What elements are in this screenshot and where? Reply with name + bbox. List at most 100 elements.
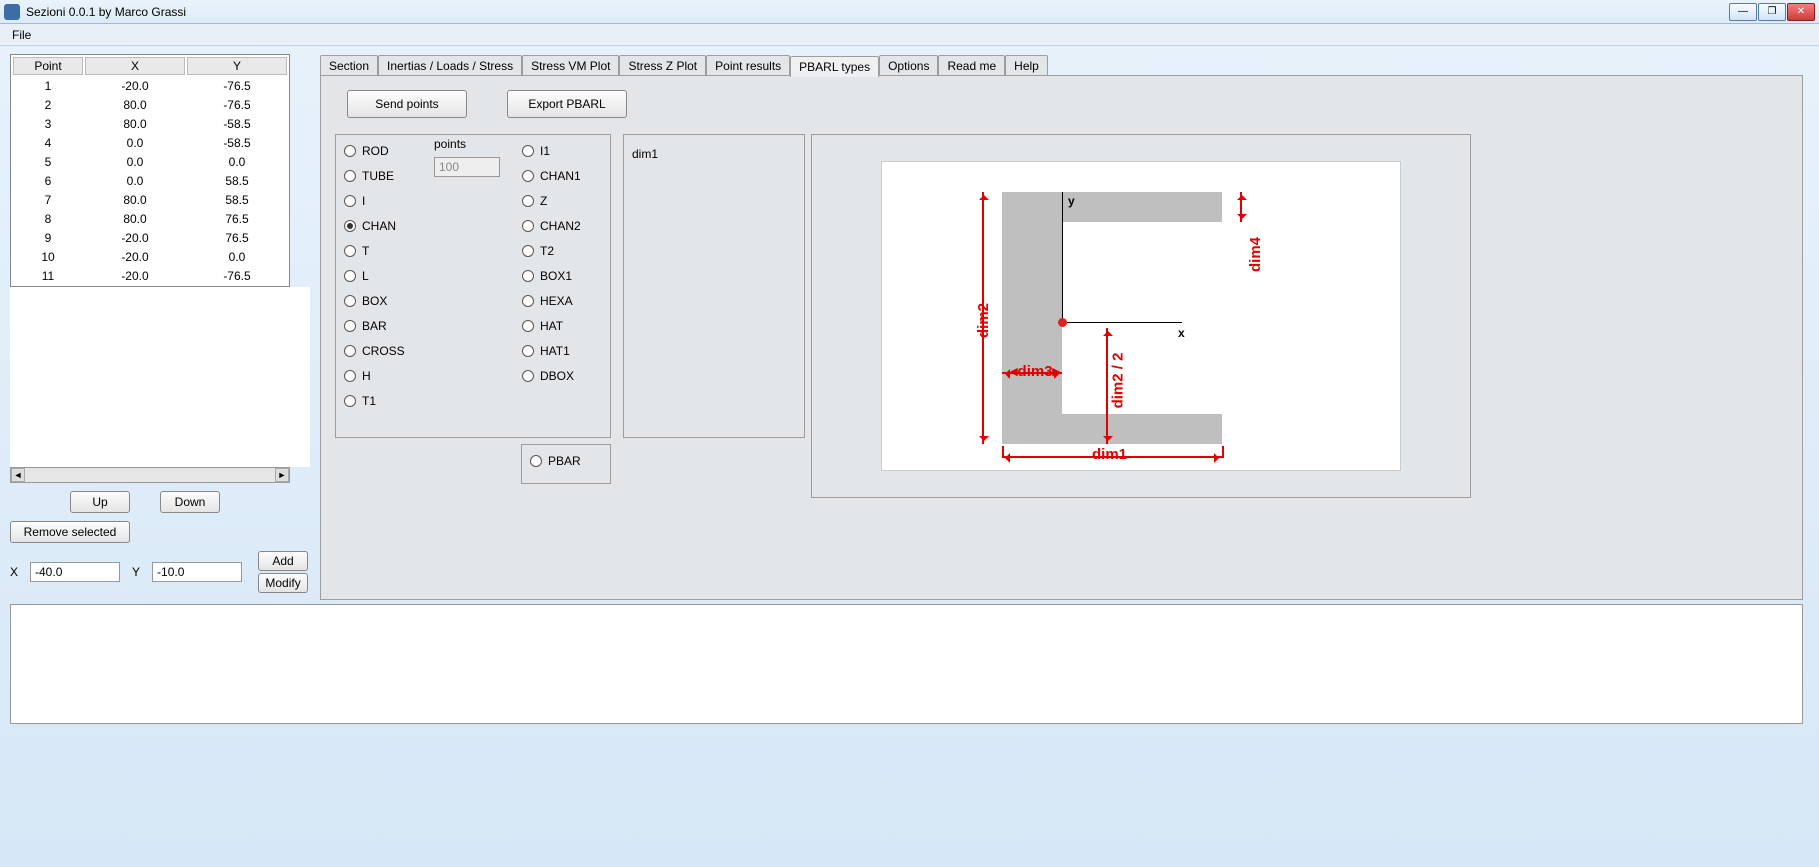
radio-bar[interactable]: BAR [344,316,424,336]
maximize-button[interactable]: ❐ [1758,3,1786,21]
tab-point-results[interactable]: Point results [706,55,790,76]
dim-row-dim1: dim1 [632,141,796,167]
radio-icon [522,245,534,257]
radio-tube[interactable]: TUBE [344,166,424,186]
radio-icon [344,345,356,357]
radio-icon [522,295,534,307]
table-row[interactable]: 780.058.5 [13,191,287,208]
table-row[interactable]: 50.00.0 [13,153,287,170]
radio-label: H [362,369,371,383]
scroll-right-icon[interactable]: ► [275,468,289,482]
table-row[interactable]: 11-20.0-76.5 [13,267,287,284]
table-row[interactable]: 1-20.0-76.5 [13,77,287,94]
table-row[interactable]: 280.0-76.5 [13,96,287,113]
output-console[interactable] [10,604,1803,724]
table-row[interactable]: 40.0-58.5 [13,134,287,151]
radio-icon [530,455,542,467]
radio-t2[interactable]: T2 [522,241,608,261]
minimize-button[interactable]: — [1729,3,1757,21]
radio-h[interactable]: H [344,366,424,386]
add-button[interactable]: Add [258,551,308,571]
th-point[interactable]: Point [13,57,83,75]
radio-hat1[interactable]: HAT1 [522,341,608,361]
radio-label: T1 [362,394,376,408]
radio-label: CHAN2 [540,219,581,233]
radio-label: CHAN [362,219,396,233]
dim-label: dim1 [632,147,672,161]
radio-t1[interactable]: T1 [344,391,424,411]
remove-selected-button[interactable]: Remove selected [10,521,130,543]
table-hscroll[interactable]: ◄ ► [10,467,290,483]
modify-button[interactable]: Modify [258,573,308,593]
table-row[interactable]: 880.076.5 [13,210,287,227]
table-row[interactable]: 380.0-58.5 [13,115,287,132]
points-input [434,157,500,177]
table-row[interactable]: 60.058.5 [13,172,287,189]
menu-bar: File [0,24,1819,46]
radio-pbar-label: PBAR [548,454,581,468]
up-button[interactable]: Up [70,491,130,513]
tab-stress-z[interactable]: Stress Z Plot [619,55,706,76]
radio-chan2[interactable]: CHAN2 [522,216,608,236]
scroll-left-icon[interactable]: ◄ [11,468,25,482]
radio-chan[interactable]: CHAN [344,216,424,236]
radio-label: L [362,269,369,283]
table-row[interactable]: 9-20.076.5 [13,229,287,246]
radio-dbox[interactable]: DBOX [522,366,608,386]
tab-options[interactable]: Options [879,55,938,76]
radio-box[interactable]: BOX [344,291,424,311]
x-input[interactable] [30,562,120,582]
pbarl-page: Send points Export PBARL RODTUBEICHANTLB… [320,75,1803,600]
radio-icon [344,320,356,332]
radio-i1[interactable]: I1 [522,141,608,161]
radio-hexa[interactable]: HEXA [522,291,608,311]
dim4-label: dim4 [1247,237,1264,272]
radio-hat[interactable]: HAT [522,316,608,336]
section-diagram: y x dim2 dim4 dim2 / 2 ◂dim3▸ dim1 [881,161,1401,471]
dim22-arrow [1106,328,1108,444]
radio-icon [344,170,356,182]
tab-strip: Section Inertias / Loads / Stress Stress… [320,54,1803,76]
th-x[interactable]: X [85,57,185,75]
tab-pbarl-types[interactable]: PBARL types [790,56,879,77]
dim2-label: dim2 [975,303,992,338]
tab-section[interactable]: Section [320,55,378,76]
radio-t[interactable]: T [344,241,424,261]
radio-box1[interactable]: BOX1 [522,266,608,286]
points-panel: Point X Y 1-20.0-76.5 280.0-76.5 380.0-58.… [10,54,310,659]
send-points-button[interactable]: Send points [347,90,467,118]
radio-label: BAR [362,319,387,333]
radio-rod[interactable]: ROD [344,141,424,161]
table-empty-area [10,287,310,467]
menu-file[interactable]: File [6,26,37,44]
down-button[interactable]: Down [160,491,220,513]
radio-icon [344,270,356,282]
radio-icon [522,195,534,207]
export-pbarl-button[interactable]: Export PBARL [507,90,627,118]
radio-label: CHAN1 [540,169,581,183]
radio-label: HEXA [540,294,573,308]
radio-label: Z [540,194,547,208]
th-y[interactable]: Y [187,57,287,75]
close-button[interactable]: ✕ [1787,3,1815,21]
points-table[interactable]: Point X Y 1-20.0-76.5 280.0-76.5 380.0-58.… [10,54,290,287]
table-row[interactable]: 10-20.00.0 [13,248,287,265]
title-bar: Sezioni 0.0.1 by Marco Grassi — ❐ ✕ [0,0,1819,24]
tab-readme[interactable]: Read me [938,55,1005,76]
radio-label: HAT1 [540,344,570,358]
radio-i[interactable]: I [344,191,424,211]
radio-label: BOX [362,294,387,308]
radio-icon [522,170,534,182]
radio-icon [344,220,356,232]
tab-help[interactable]: Help [1005,55,1048,76]
radio-pbar[interactable]: PBAR [530,451,602,471]
radio-label: T2 [540,244,554,258]
radio-cross[interactable]: CROSS [344,341,424,361]
tab-inertias[interactable]: Inertias / Loads / Stress [378,55,522,76]
radio-l[interactable]: L [344,266,424,286]
dim3-label: ◂dim3▸ [1010,362,1060,380]
radio-chan1[interactable]: CHAN1 [522,166,608,186]
tab-stress-vm[interactable]: Stress VM Plot [522,55,619,76]
radio-z[interactable]: Z [522,191,608,211]
y-input[interactable] [152,562,242,582]
